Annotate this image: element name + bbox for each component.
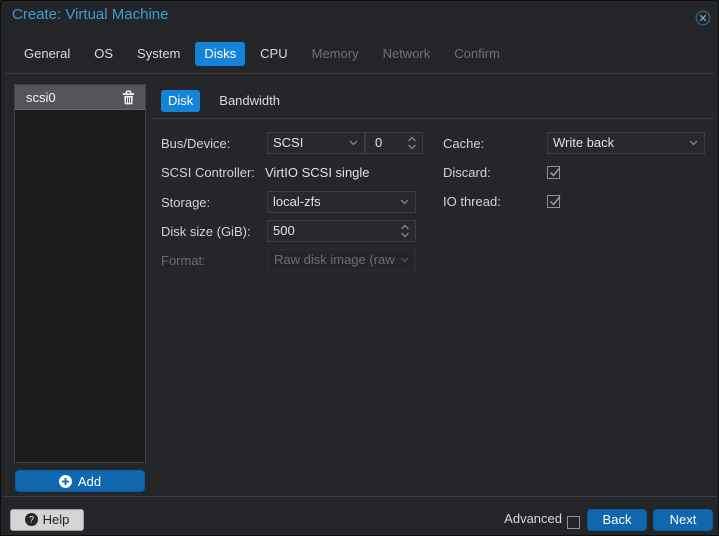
svg-text:?: ?	[29, 515, 34, 525]
